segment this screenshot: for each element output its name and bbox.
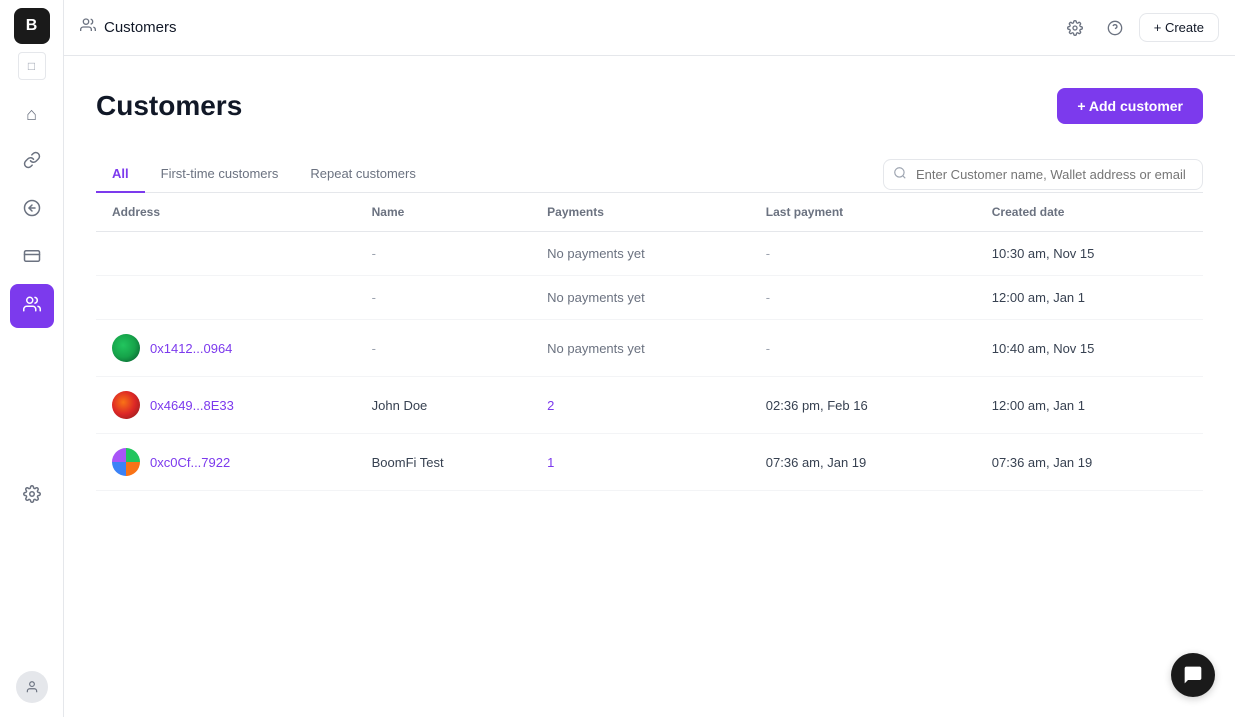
search-input[interactable] xyxy=(883,159,1203,190)
cell-name: - xyxy=(356,320,532,377)
topbar: Customers + Create xyxy=(64,0,1235,56)
cell-payments: No payments yet xyxy=(531,320,750,377)
cell-name: - xyxy=(356,276,532,320)
table-row[interactable]: 0x4649...8E33 John Doe202:36 pm, Feb 1612… xyxy=(96,377,1203,434)
table-row[interactable]: -No payments yet-12:00 am, Jan 1 xyxy=(96,276,1203,320)
cell-last-payment: - xyxy=(750,320,976,377)
search-wrapper xyxy=(883,159,1203,190)
sidebar-item-customers[interactable] xyxy=(10,284,54,328)
sidebar-item-billing[interactable] xyxy=(10,236,54,280)
page-title: Customers xyxy=(96,90,242,122)
billing-icon xyxy=(23,247,41,270)
tab-first-time[interactable]: First-time customers xyxy=(145,156,295,193)
cell-created-date: 07:36 am, Jan 19 xyxy=(976,434,1203,491)
tabs: All First-time customers Repeat customer… xyxy=(96,156,432,192)
table-row[interactable]: -No payments yet-10:30 am, Nov 15 xyxy=(96,232,1203,276)
cell-payments: 1 xyxy=(531,434,750,491)
cell-created-date: 12:00 am, Jan 1 xyxy=(976,276,1203,320)
sidebar-toggle[interactable]: □ xyxy=(18,52,46,80)
tab-all[interactable]: All xyxy=(96,156,145,193)
table-header-row: Address Name Payments Last payment Creat… xyxy=(96,193,1203,232)
sidebar-item-transfers[interactable] xyxy=(10,188,54,232)
create-button[interactable]: + Create xyxy=(1139,13,1219,42)
sidebar-item-home[interactable]: ⌂ xyxy=(10,92,54,136)
settings-icon xyxy=(23,485,41,508)
customers-icon xyxy=(23,295,41,318)
col-address: Address xyxy=(96,193,356,232)
settings-button[interactable] xyxy=(1059,12,1091,44)
home-icon: ⌂ xyxy=(26,104,37,125)
page-header: Customers + Add customer xyxy=(96,88,1203,124)
cell-last-payment: 02:36 pm, Feb 16 xyxy=(750,377,976,434)
table-row[interactable]: 0xc0Cf...7922BoomFi Test107:36 am, Jan 1… xyxy=(96,434,1203,491)
help-button[interactable] xyxy=(1099,12,1131,44)
customers-table: Address Name Payments Last payment Creat… xyxy=(96,193,1203,491)
address-link[interactable]: 0x1412...0964 xyxy=(150,341,232,356)
topbar-title: Customers xyxy=(104,19,1051,36)
cell-address: 0xc0Cf...7922 xyxy=(96,434,356,491)
col-last-payment: Last payment xyxy=(750,193,976,232)
tabs-row: All First-time customers Repeat customer… xyxy=(96,156,1203,193)
cell-address xyxy=(96,232,356,276)
sidebar: B □ ⌂ xyxy=(0,0,64,717)
cell-created-date: 12:00 am, Jan 1 xyxy=(976,377,1203,434)
address-link[interactable]: 0xc0Cf...7922 xyxy=(150,455,230,470)
table-row[interactable]: 0x1412...0964-No payments yet-10:40 am, … xyxy=(96,320,1203,377)
transfer-icon xyxy=(23,199,41,222)
main-area: Customers + Create Customers + Add custo… xyxy=(64,0,1235,717)
tab-repeat[interactable]: Repeat customers xyxy=(294,156,432,193)
topbar-actions: + Create xyxy=(1059,12,1219,44)
cell-name: BoomFi Test xyxy=(356,434,532,491)
sidebar-item-user[interactable] xyxy=(10,665,54,709)
cell-address xyxy=(96,276,356,320)
cell-last-payment: 07:36 am, Jan 19 xyxy=(750,434,976,491)
cell-name: - xyxy=(356,232,532,276)
cell-created-date: 10:40 am, Nov 15 xyxy=(976,320,1203,377)
address-link[interactable]: 0x4649...8E33 xyxy=(150,398,234,413)
sidebar-item-links[interactable] xyxy=(10,140,54,184)
cell-name: John Doe xyxy=(356,377,532,434)
cell-address: 0x1412...0964 xyxy=(96,320,356,377)
app-logo: B xyxy=(14,8,50,44)
sidebar-item-settings[interactable] xyxy=(10,475,54,519)
link-icon xyxy=(23,151,41,174)
topbar-customers-icon xyxy=(80,17,96,38)
search-icon xyxy=(893,166,907,183)
avatar xyxy=(16,671,48,703)
cell-last-payment: - xyxy=(750,232,976,276)
chat-bubble[interactable] xyxy=(1171,653,1215,697)
col-name: Name xyxy=(356,193,532,232)
page-content: Customers + Add customer All First-time … xyxy=(64,56,1235,717)
col-payments: Payments xyxy=(531,193,750,232)
cell-address: 0x4649...8E33 xyxy=(96,377,356,434)
cell-payments: No payments yet xyxy=(531,232,750,276)
cell-payments: No payments yet xyxy=(531,276,750,320)
col-created-date: Created date xyxy=(976,193,1203,232)
cell-created-date: 10:30 am, Nov 15 xyxy=(976,232,1203,276)
add-customer-button[interactable]: + Add customer xyxy=(1057,88,1203,124)
cell-last-payment: - xyxy=(750,276,976,320)
cell-payments: 2 xyxy=(531,377,750,434)
